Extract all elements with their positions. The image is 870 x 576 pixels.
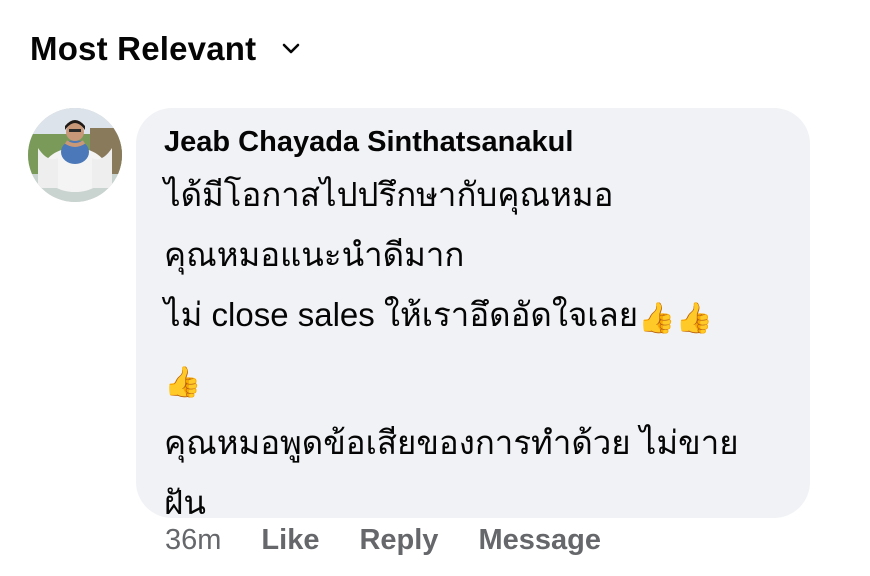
- comment-timestamp[interactable]: 36m: [165, 524, 221, 557]
- comment-line-5: คุณหมอพูดข้อเสียของการทำด้วย ไม่ขาย: [164, 424, 739, 461]
- reply-button[interactable]: Reply: [359, 524, 438, 557]
- avatar[interactable]: [28, 108, 122, 202]
- chevron-down-icon: [280, 38, 302, 60]
- comment-author[interactable]: Jeab Chayada Sinthatsanakul: [164, 126, 782, 159]
- comment-line-3: ไม่ close sales ให้เราอึดอัดใจเลย👍👍: [164, 285, 782, 349]
- sort-dropdown[interactable]: Most Relevant: [30, 30, 302, 68]
- thumbs-up-icon: 👍: [164, 365, 202, 400]
- comment-line-2: คุณหมอแนะนำดีมาก: [164, 236, 465, 273]
- thumbs-up-icon: 👍: [638, 301, 676, 336]
- comment-line-3-text: ไม่ close sales ให้เราอึดอัดใจเลย: [164, 296, 639, 333]
- comment-line-1: ได้มีโอกาสไปปรึกษากับคุณหมอ: [164, 176, 614, 213]
- comment-line-4: 👍: [164, 349, 782, 413]
- sort-label: Most Relevant: [30, 30, 257, 67]
- comment-bubble: Jeab Chayada Sinthatsanakul ได้มีโอกาสไป…: [136, 108, 810, 521]
- comment-section: Most Relevant Jeab Chayada Sinthatsanaku…: [0, 0, 870, 576]
- thumbs-up-icon: 👍: [675, 301, 713, 336]
- comment-actions: 36m Like Reply Message: [165, 524, 641, 557]
- like-button[interactable]: Like: [261, 524, 319, 557]
- message-button[interactable]: Message: [478, 524, 601, 557]
